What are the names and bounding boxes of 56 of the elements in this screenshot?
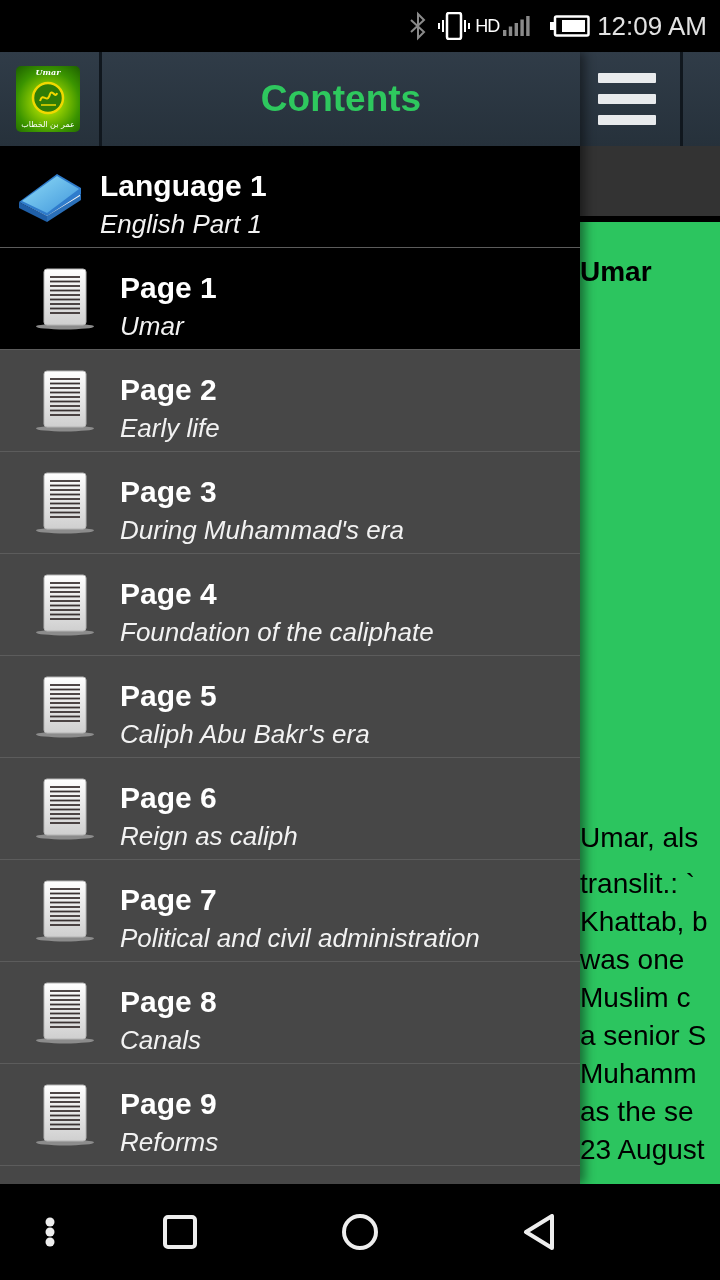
page-title: Page 6: [120, 780, 218, 816]
emblem-icon: [31, 81, 65, 115]
document-icon: [36, 1083, 94, 1146]
battery-icon: [550, 15, 591, 37]
page-list-item[interactable]: Page 9 Reforms: [0, 1064, 580, 1166]
page-title: Page 7: [120, 882, 218, 918]
page-title: Page 1: [120, 270, 217, 306]
page-title: Page 5: [120, 678, 218, 714]
page-title: Page 2: [120, 372, 218, 408]
page-list-item[interactable]: Page 6 Reign as caliph: [0, 758, 580, 860]
article-paragraph: Umar, als translit.: ` Khattab, b was one Muslim c a senior S Muhamm as the se 23 August: [580, 821, 709, 1167]
vibrate-icon: [438, 12, 471, 40]
page-list-item[interactable]: Page 1 Umar: [0, 248, 580, 350]
page-subtitle: Caliph Abu Bakr's era: [120, 718, 370, 751]
document-icon: [36, 267, 94, 330]
signal-icon: [503, 16, 532, 36]
page-subtitle: Foundation of the caliphate: [120, 616, 434, 649]
document-icon: [36, 879, 94, 942]
section-title: Language 1: [100, 168, 267, 204]
page-subtitle: Reign as caliph: [120, 820, 298, 853]
page-subtitle: Reforms: [120, 1126, 219, 1159]
article-heading: Umar: [580, 256, 653, 288]
logo-caption: Umar: [35, 67, 61, 77]
page-title: Page 3: [120, 474, 218, 510]
logo-caption: عمر بن الخطاب: [21, 119, 75, 130]
page-list-item[interactable]: Page 2 Early life: [0, 350, 580, 452]
page-title: Page 8: [120, 984, 217, 1020]
page-subtitle: Political and civil administration: [120, 922, 480, 955]
recent-apps-icon[interactable]: [163, 1215, 197, 1249]
document-icon: [36, 573, 94, 636]
section-subtitle: English Part 1: [100, 208, 263, 241]
status-time: 12:09 AM: [597, 10, 707, 42]
page-list-item[interactable]: Page 8 Canals: [0, 962, 580, 1064]
document-icon: [36, 369, 94, 432]
menu-icon[interactable]: [598, 73, 656, 125]
document-icon: [36, 471, 94, 534]
drawer-title: Contents: [259, 77, 423, 121]
page-subtitle: Early life: [120, 412, 220, 445]
page-list-item[interactable]: Page 5 Caliph Abu Bakr's era: [0, 656, 580, 758]
page-subtitle: During Muhammad's era: [120, 514, 404, 547]
page-list-item[interactable]: Page 7 Political and civil administration: [0, 860, 580, 962]
more-options-icon[interactable]: [45, 1217, 55, 1247]
page-subtitle: Canals: [120, 1024, 202, 1057]
page-title: Page 9: [120, 1086, 218, 1122]
page-list-item[interactable]: Page 4 Foundation of the caliphate: [0, 554, 580, 656]
document-icon: [36, 981, 94, 1044]
network-type-label: HD: [475, 15, 500, 37]
page-title: Page 4: [120, 576, 218, 612]
page-subtitle: Umar: [120, 310, 186, 343]
document-icon: [36, 777, 94, 840]
document-icon: [36, 675, 94, 738]
back-icon[interactable]: [523, 1214, 555, 1250]
section-header[interactable]: Language 1 English Part 1: [0, 146, 580, 248]
book-icon: [16, 171, 82, 222]
home-icon[interactable]: [342, 1214, 378, 1250]
page-list-item[interactable]: Page 3 During Muhammad's era: [0, 452, 580, 554]
